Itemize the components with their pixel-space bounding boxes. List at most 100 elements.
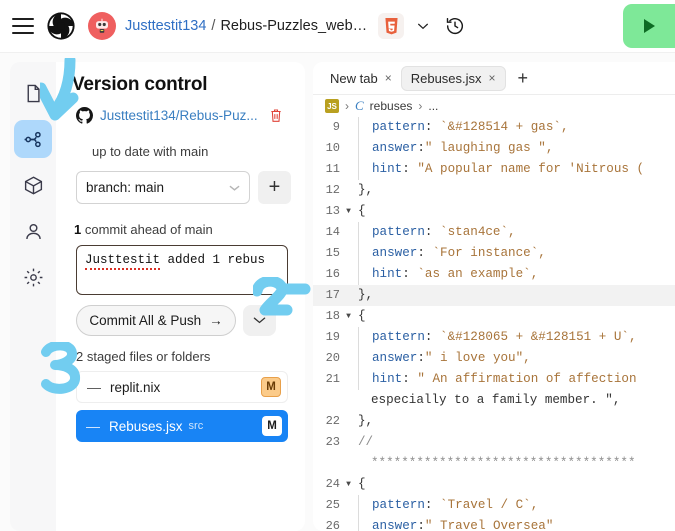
line-number: 25 — [325, 498, 340, 512]
branch-selector[interactable]: branch: main — [76, 171, 250, 204]
commit-all-and-push-button[interactable]: Commit All & Push → — [76, 305, 236, 336]
breadcrumb-ellipsis[interactable]: ... — [428, 99, 438, 113]
code-line[interactable]: 20 answer:" i love you", — [313, 348, 675, 369]
tab-rebuses-jsx[interactable]: Rebuses.jsx × — [400, 65, 506, 91]
fold-toggle-icon[interactable]: ▼ — [343, 474, 354, 495]
code-line[interactable]: 26 answer:" Travel Oversea" — [313, 516, 675, 531]
breadcrumb-scope[interactable]: rebuses — [370, 99, 413, 113]
code-line[interactable]: 16 hint: `as an example`, — [313, 264, 675, 285]
repo-row: Justtestit134/Rebus-Puz... — [76, 106, 291, 124]
chevron-down-icon — [253, 317, 266, 324]
commit-button-label: Commit All & Push — [89, 313, 202, 328]
user-person-icon[interactable] — [14, 212, 52, 250]
staged-file-row[interactable]: — replit.nix M — [76, 371, 288, 403]
code-text: hint: " An affirmation of affection — [358, 369, 637, 390]
breadcrumb: JS › C rebuses › ... — [313, 95, 675, 117]
fold-toggle-icon[interactable]: ▼ — [343, 201, 354, 222]
code-text: hint: `as an example`, — [358, 264, 538, 285]
arrow-right-icon: → — [209, 313, 223, 328]
code-line[interactable]: 15 answer: `For instance`, — [313, 243, 675, 264]
code-text: pattern: `&#128065 + &#128151 + U`, — [358, 327, 637, 348]
chevron-down-icon[interactable] — [413, 16, 433, 36]
code-content[interactable]: 9 pattern: `&#128514 + gas`, 10 answer:" la… — [313, 117, 675, 531]
version-control-icon[interactable] — [14, 120, 52, 158]
code-line[interactable]: 10 answer:" laughing gas ", — [313, 138, 675, 159]
commit-message-input[interactable]: Justtestit added 1 rebus — [76, 245, 288, 295]
repo-link[interactable]: Justtestit134/Rebus-Puz... — [100, 108, 258, 123]
tab-new-tab[interactable]: New tab × — [321, 66, 401, 91]
breadcrumb-username[interactable]: Justtestit134 — [125, 18, 206, 34]
line-number: 11 — [325, 162, 340, 176]
tab-label: Rebuses.jsx — [410, 70, 482, 86]
code-line[interactable]: 12}, — [313, 180, 675, 201]
code-line[interactable]: especially to a family member. ", — [313, 390, 675, 411]
breadcrumb-repo-name[interactable]: Rebus-Puzzles_webp... — [220, 18, 368, 34]
line-number: 26 — [325, 519, 340, 531]
html5-icon[interactable] — [378, 13, 405, 39]
replit-logo-icon[interactable] — [46, 11, 76, 41]
commit-actions: Commit All & Push → — [76, 305, 291, 336]
close-icon[interactable]: × — [489, 71, 496, 85]
robot-avatar-icon[interactable] — [88, 12, 116, 40]
resize-grip-icon[interactable] — [276, 283, 285, 292]
code-text: answer:" i love you", — [358, 348, 531, 369]
code-line[interactable]: 23 // — [313, 432, 675, 453]
code-line[interactable]: 17}, — [313, 285, 675, 306]
code-line[interactable]: *********************************** — [313, 453, 675, 474]
packages-cube-icon[interactable] — [14, 166, 52, 204]
commit-message-rest: added 1 rebus — [160, 253, 266, 267]
fold-toggle-icon[interactable]: ▼ — [343, 306, 354, 327]
staged-file-row[interactable]: — Rebuses.jsx src M — [76, 410, 288, 442]
left-icon-rail — [10, 62, 56, 531]
breadcrumb-chevron: › — [345, 99, 349, 113]
hamburger-menu-icon[interactable] — [12, 18, 34, 34]
sync-status: up to date with main — [92, 144, 209, 159]
code-line[interactable]: 18 ▼ { — [313, 306, 675, 327]
add-tab-button[interactable]: + — [514, 68, 533, 89]
code-line[interactable]: 25 pattern: `Travel / C`, — [313, 495, 675, 516]
breadcrumb-separator: / — [211, 18, 216, 34]
history-clock-icon[interactable] — [443, 14, 467, 38]
plus-icon: + — [268, 176, 281, 198]
code-text: { — [358, 204, 366, 218]
code-line[interactable]: 13 ▼ { — [313, 201, 675, 222]
file-name: replit.nix — [110, 379, 161, 395]
files-icon[interactable] — [14, 74, 52, 112]
line-number: 18 — [325, 309, 340, 323]
code-text: pattern: `&#128514 + gas`, — [358, 117, 569, 138]
version-control-panel: Version control Justtestit134/Rebus-Puz.… — [56, 62, 305, 531]
code-text: }, — [358, 183, 374, 197]
settings-gear-icon[interactable] — [14, 258, 52, 296]
add-branch-button[interactable]: + — [258, 171, 291, 204]
code-line[interactable]: 21 hint: " An affirmation of affection — [313, 369, 675, 390]
code-line[interactable]: 11 hint: "A popular name for 'Nitrous ( — [313, 159, 675, 180]
trash-icon[interactable] — [267, 106, 285, 124]
file-status-dash: — — [87, 379, 101, 395]
component-icon: C — [355, 98, 364, 113]
code-line[interactable]: 24 ▼ { — [313, 474, 675, 495]
code-text: pattern: `Travel / C`, — [358, 495, 538, 516]
run-play-icon — [644, 19, 655, 33]
code-line[interactable]: 9 pattern: `&#128514 + gas`, — [313, 117, 675, 138]
code-text: especially to a family member. ", — [371, 393, 621, 407]
code-line[interactable]: 19 pattern: `&#128065 + &#128151 + U`, — [313, 327, 675, 348]
commit-options-dropdown[interactable] — [243, 305, 276, 336]
commits-ahead-text: 1 commit ahead of main — [74, 222, 291, 237]
code-line[interactable]: 14 pattern: `stan4ce`, — [313, 222, 675, 243]
line-number: 16 — [325, 267, 340, 281]
close-icon[interactable]: × — [385, 71, 392, 85]
code-line[interactable]: 22}, — [313, 411, 675, 432]
run-button[interactable] — [623, 4, 675, 48]
line-number: 14 — [325, 225, 340, 239]
